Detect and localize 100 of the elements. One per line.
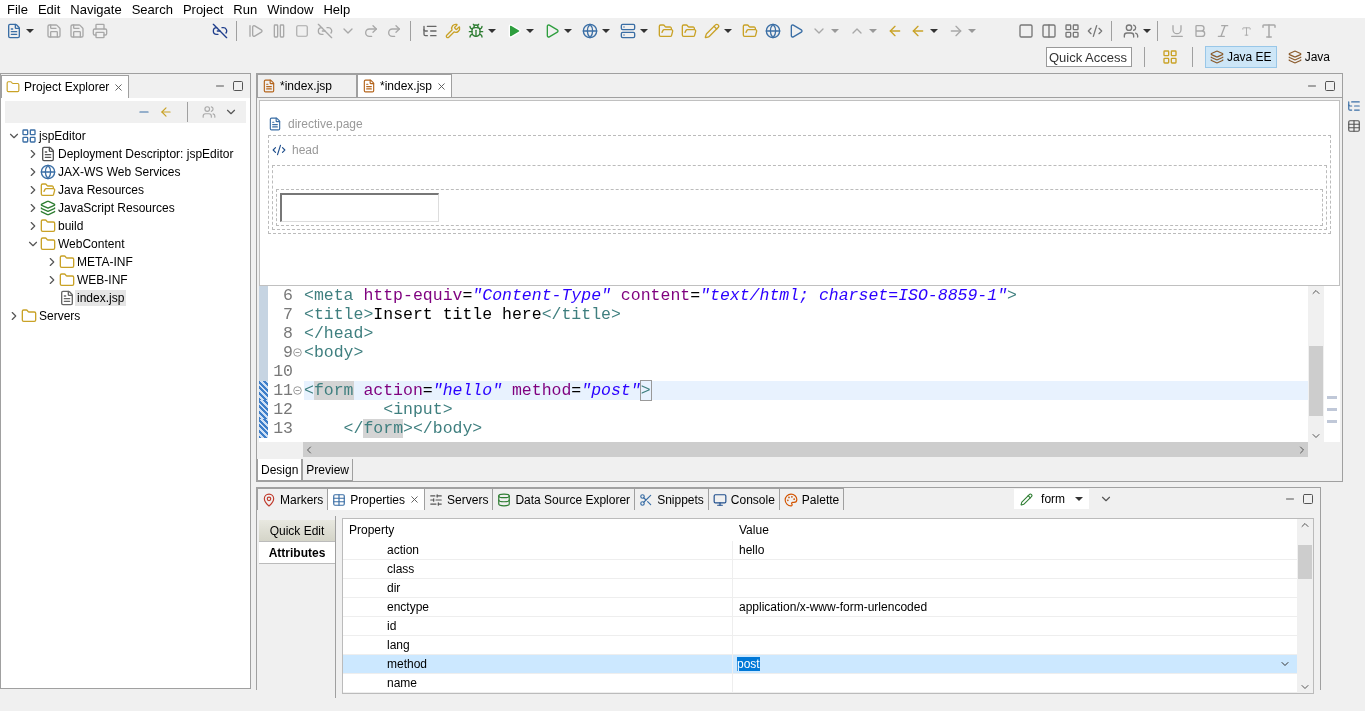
editor-tab[interactable]: *index.jsp	[257, 74, 357, 97]
collapse-icon[interactable]	[293, 385, 302, 395]
code-token: >	[353, 342, 364, 362]
tree-item[interactable]: Servers	[37, 308, 83, 324]
close-icon[interactable]	[409, 494, 421, 505]
element-selector[interactable]: form	[1014, 489, 1090, 509]
horizontal-scrollbar[interactable]	[303, 442, 1308, 457]
marker-icon	[262, 492, 276, 507]
quick-access-field[interactable]: Quick Access	[1045, 47, 1132, 67]
link-off-icon[interactable]	[210, 21, 230, 41]
columns-icon[interactable]	[1039, 21, 1059, 41]
property-name: class	[343, 560, 733, 578]
save-all-icon[interactable]	[67, 21, 87, 41]
property-tab[interactable]: Attributes	[259, 542, 335, 564]
globe-icon[interactable]	[763, 21, 783, 41]
table-icon	[332, 492, 347, 507]
maximize-icon[interactable]	[1324, 79, 1336, 92]
close-icon[interactable]	[436, 80, 448, 92]
editor-tab[interactable]: *index.jsp	[357, 74, 453, 97]
scissors-icon	[639, 492, 654, 507]
people-icon[interactable]	[1121, 21, 1141, 41]
line-number: 9	[282, 342, 293, 362]
code-token: title	[313, 304, 364, 324]
tree-item[interactable]: WEB-INF	[75, 272, 130, 288]
table-row[interactable]: lang	[343, 636, 1297, 655]
globe-icon[interactable]	[580, 21, 600, 41]
folder-icon	[21, 308, 37, 324]
input-field[interactable]	[280, 193, 439, 222]
code-token: input	[393, 399, 443, 419]
view-tab[interactable]: Palette	[778, 488, 845, 510]
table-row[interactable]: class	[343, 560, 1297, 579]
line-number: 6	[282, 285, 293, 305]
disconnect-icon[interactable]	[315, 21, 335, 41]
tree-item[interactable]: index.jsp	[75, 290, 127, 306]
scrollbar-thumb[interactable]	[1309, 346, 1323, 417]
table-row[interactable]: action hello	[343, 541, 1297, 560]
code-token: "text/html; charset=ISO-8859-1"	[700, 285, 1008, 305]
file-icon	[59, 290, 75, 306]
view-tab[interactable]: Project Explorer	[1, 75, 130, 98]
code-token: "Content-Type"	[472, 285, 611, 305]
property-name: method	[343, 655, 733, 673]
tree-item[interactable]: META-INF	[75, 254, 135, 270]
property-value: hello	[738, 543, 765, 557]
table-row[interactable]: dir	[343, 579, 1297, 598]
code-token: form	[363, 418, 404, 438]
property-tab[interactable]: Quick Edit	[259, 520, 335, 542]
perspective-button[interactable]: Java EE	[1204, 46, 1277, 68]
maximize-icon[interactable]	[232, 80, 244, 92]
collapse-icon[interactable]	[293, 347, 302, 357]
maximize-icon[interactable]	[1302, 493, 1314, 505]
view-tab[interactable]: Data Source Explorer	[492, 488, 636, 510]
printer-icon[interactable]	[90, 21, 110, 41]
table-row[interactable]: id	[343, 617, 1297, 636]
tree-item[interactable]: Deployment Descriptor: jspEditor	[56, 146, 236, 162]
menu-item[interactable]: Navigate	[65, 1, 127, 17]
code-token: =	[462, 285, 473, 305]
menu-item[interactable]: Search	[126, 1, 178, 17]
outline-icon[interactable]	[1347, 99, 1361, 113]
globe-icon	[40, 164, 56, 180]
menu-item[interactable]: File	[2, 1, 33, 17]
menu-item[interactable]: Edit	[32, 1, 66, 17]
perspective-button[interactable]: Java	[1282, 46, 1335, 68]
table-row[interactable]: name	[343, 674, 1297, 693]
line-number: 12	[272, 399, 293, 419]
menu-item[interactable]: Help	[318, 1, 356, 17]
tree-item[interactable]: JAX-WS Web Services	[56, 164, 183, 180]
people-icon[interactable]	[202, 105, 216, 119]
tree-item[interactable]: build	[56, 218, 86, 234]
view-tab[interactable]: Markers	[257, 488, 329, 510]
tree-item[interactable]: Java Resources	[56, 182, 147, 198]
large-font-icon[interactable]	[1259, 21, 1279, 41]
table-row[interactable]: enctype application/x-www-form-urlencoded	[343, 598, 1297, 617]
line-number: 13	[272, 418, 293, 438]
view-tab[interactable]: Snippets	[634, 488, 709, 510]
menu-item[interactable]: Run	[228, 1, 263, 17]
file-icon	[262, 79, 276, 93]
code-token: </	[304, 323, 324, 343]
property-name: name	[343, 674, 733, 692]
property-value: application/x-www-form-urlencoded	[738, 600, 928, 614]
tree-item[interactable]: jspEditor	[37, 128, 88, 144]
pencil-icon[interactable]	[702, 21, 722, 41]
tree-item[interactable]: WebContent	[56, 236, 127, 252]
column-header: Value	[738, 523, 770, 537]
tree-item[interactable]: JavaScript Resources	[56, 200, 177, 216]
books-icon	[40, 200, 56, 216]
close-icon[interactable]	[113, 81, 125, 93]
table-icon[interactable]	[1347, 119, 1361, 133]
view-tab[interactable]: Properties	[327, 488, 426, 510]
scrollbar-thumb[interactable]	[1298, 545, 1312, 579]
folder-icon	[59, 272, 75, 288]
mode-tab[interactable]: Preview	[302, 459, 354, 481]
mode-tab[interactable]: Design	[257, 459, 303, 481]
wrench-icon[interactable]	[443, 21, 463, 41]
menu-item[interactable]: Window	[262, 1, 319, 17]
table-row[interactable]: method post	[343, 655, 1297, 674]
save-icon[interactable]	[44, 21, 64, 41]
new-server-icon[interactable]	[618, 21, 638, 41]
code-token: <	[304, 380, 314, 400]
menu-item[interactable]: Project	[177, 1, 229, 17]
folder-icon	[40, 218, 56, 234]
